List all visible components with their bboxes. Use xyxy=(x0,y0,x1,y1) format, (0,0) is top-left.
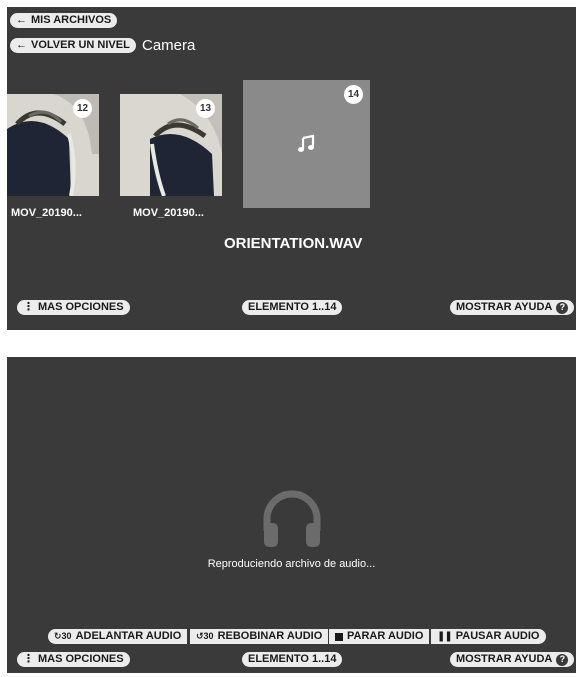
forward-audio-label: ADELANTAR AUDIO xyxy=(75,630,182,642)
more-options-label: MAS OPCIONES xyxy=(38,301,124,313)
element-range-indicator[interactable]: ELEMENTO 1..14 xyxy=(242,300,343,315)
headphones-icon xyxy=(261,489,323,556)
rewind-seconds: 30 xyxy=(203,631,214,641)
pause-icon: ❚❚ xyxy=(437,631,453,642)
back-level-label: VOLVER UN NIVEL xyxy=(31,39,130,51)
rewind-audio-button[interactable]: ↺30 REBOBINAR AUDIO xyxy=(190,629,329,644)
folder-title: Camera xyxy=(142,37,196,54)
file-number-badge: 12 xyxy=(73,99,92,118)
forward-seconds: 30 xyxy=(61,631,72,641)
my-files-label: MIS ARCHIVOS xyxy=(31,14,112,26)
more-options-button[interactable]: ⋮ MAS OPCIONES xyxy=(17,652,130,667)
rewind-audio-label: REBOBINAR AUDIO xyxy=(217,630,323,642)
more-options-label: MAS OPCIONES xyxy=(38,653,124,665)
file-tile-12[interactable]: 12 xyxy=(7,94,99,196)
arrow-left-icon: ← xyxy=(16,39,27,51)
element-range-label: ELEMENTO 1..14 xyxy=(248,301,337,313)
file-name-label: MOV_20190... xyxy=(11,207,82,219)
arrow-left-icon: ← xyxy=(16,14,27,26)
show-help-label: MOSTRAR AYUDA xyxy=(456,301,553,313)
forward-audio-button[interactable]: ↻30 ADELANTAR AUDIO xyxy=(48,629,188,644)
help-icon: ? xyxy=(556,301,569,314)
help-icon: ? xyxy=(556,653,569,666)
stop-icon xyxy=(335,632,343,641)
my-files-button[interactable]: ← MIS ARCHIVOS xyxy=(10,13,118,28)
element-range-label: ELEMENTO 1..14 xyxy=(248,653,337,665)
file-number-badge: 13 xyxy=(196,99,215,118)
pause-audio-label: PAUSAR AUDIO xyxy=(455,630,540,642)
rewind-30-icon: ↺30 xyxy=(196,631,214,641)
file-tile-13[interactable]: 13 xyxy=(120,94,222,196)
element-range-indicator[interactable]: ELEMENTO 1..14 xyxy=(242,652,343,667)
playback-status-text: Reproduciendo archivo de audio... xyxy=(207,558,376,570)
stop-audio-button[interactable]: PARAR AUDIO xyxy=(329,629,430,644)
forward-30-icon: ↻30 xyxy=(54,631,72,641)
file-browser-panel: ← MIS ARCHIVOS ← VOLVER UN NIVEL Camera … xyxy=(7,7,576,330)
file-name-label: MOV_20190... xyxy=(133,207,204,219)
more-vertical-icon: ⋮ xyxy=(23,653,34,665)
audio-player-panel: Reproduciendo archivo de audio... ↻30 AD… xyxy=(7,357,576,673)
show-help-button[interactable]: MOSTRAR AYUDA ? xyxy=(450,300,575,315)
file-tile-14-selected[interactable]: 14 xyxy=(243,80,370,208)
stop-audio-label: PARAR AUDIO xyxy=(347,630,424,642)
more-options-button[interactable]: ⋮ MAS OPCIONES xyxy=(17,300,130,315)
file-number-badge: 14 xyxy=(344,85,363,104)
music-note-icon xyxy=(296,134,316,159)
pause-audio-button[interactable]: ❚❚ PAUSAR AUDIO xyxy=(431,629,546,644)
show-help-label: MOSTRAR AYUDA xyxy=(456,653,553,665)
selected-file-name: ORIENTATION.WAV xyxy=(224,235,363,252)
more-vertical-icon: ⋮ xyxy=(23,301,34,313)
back-level-button[interactable]: ← VOLVER UN NIVEL xyxy=(10,38,136,53)
show-help-button[interactable]: MOSTRAR AYUDA ? xyxy=(450,652,575,667)
